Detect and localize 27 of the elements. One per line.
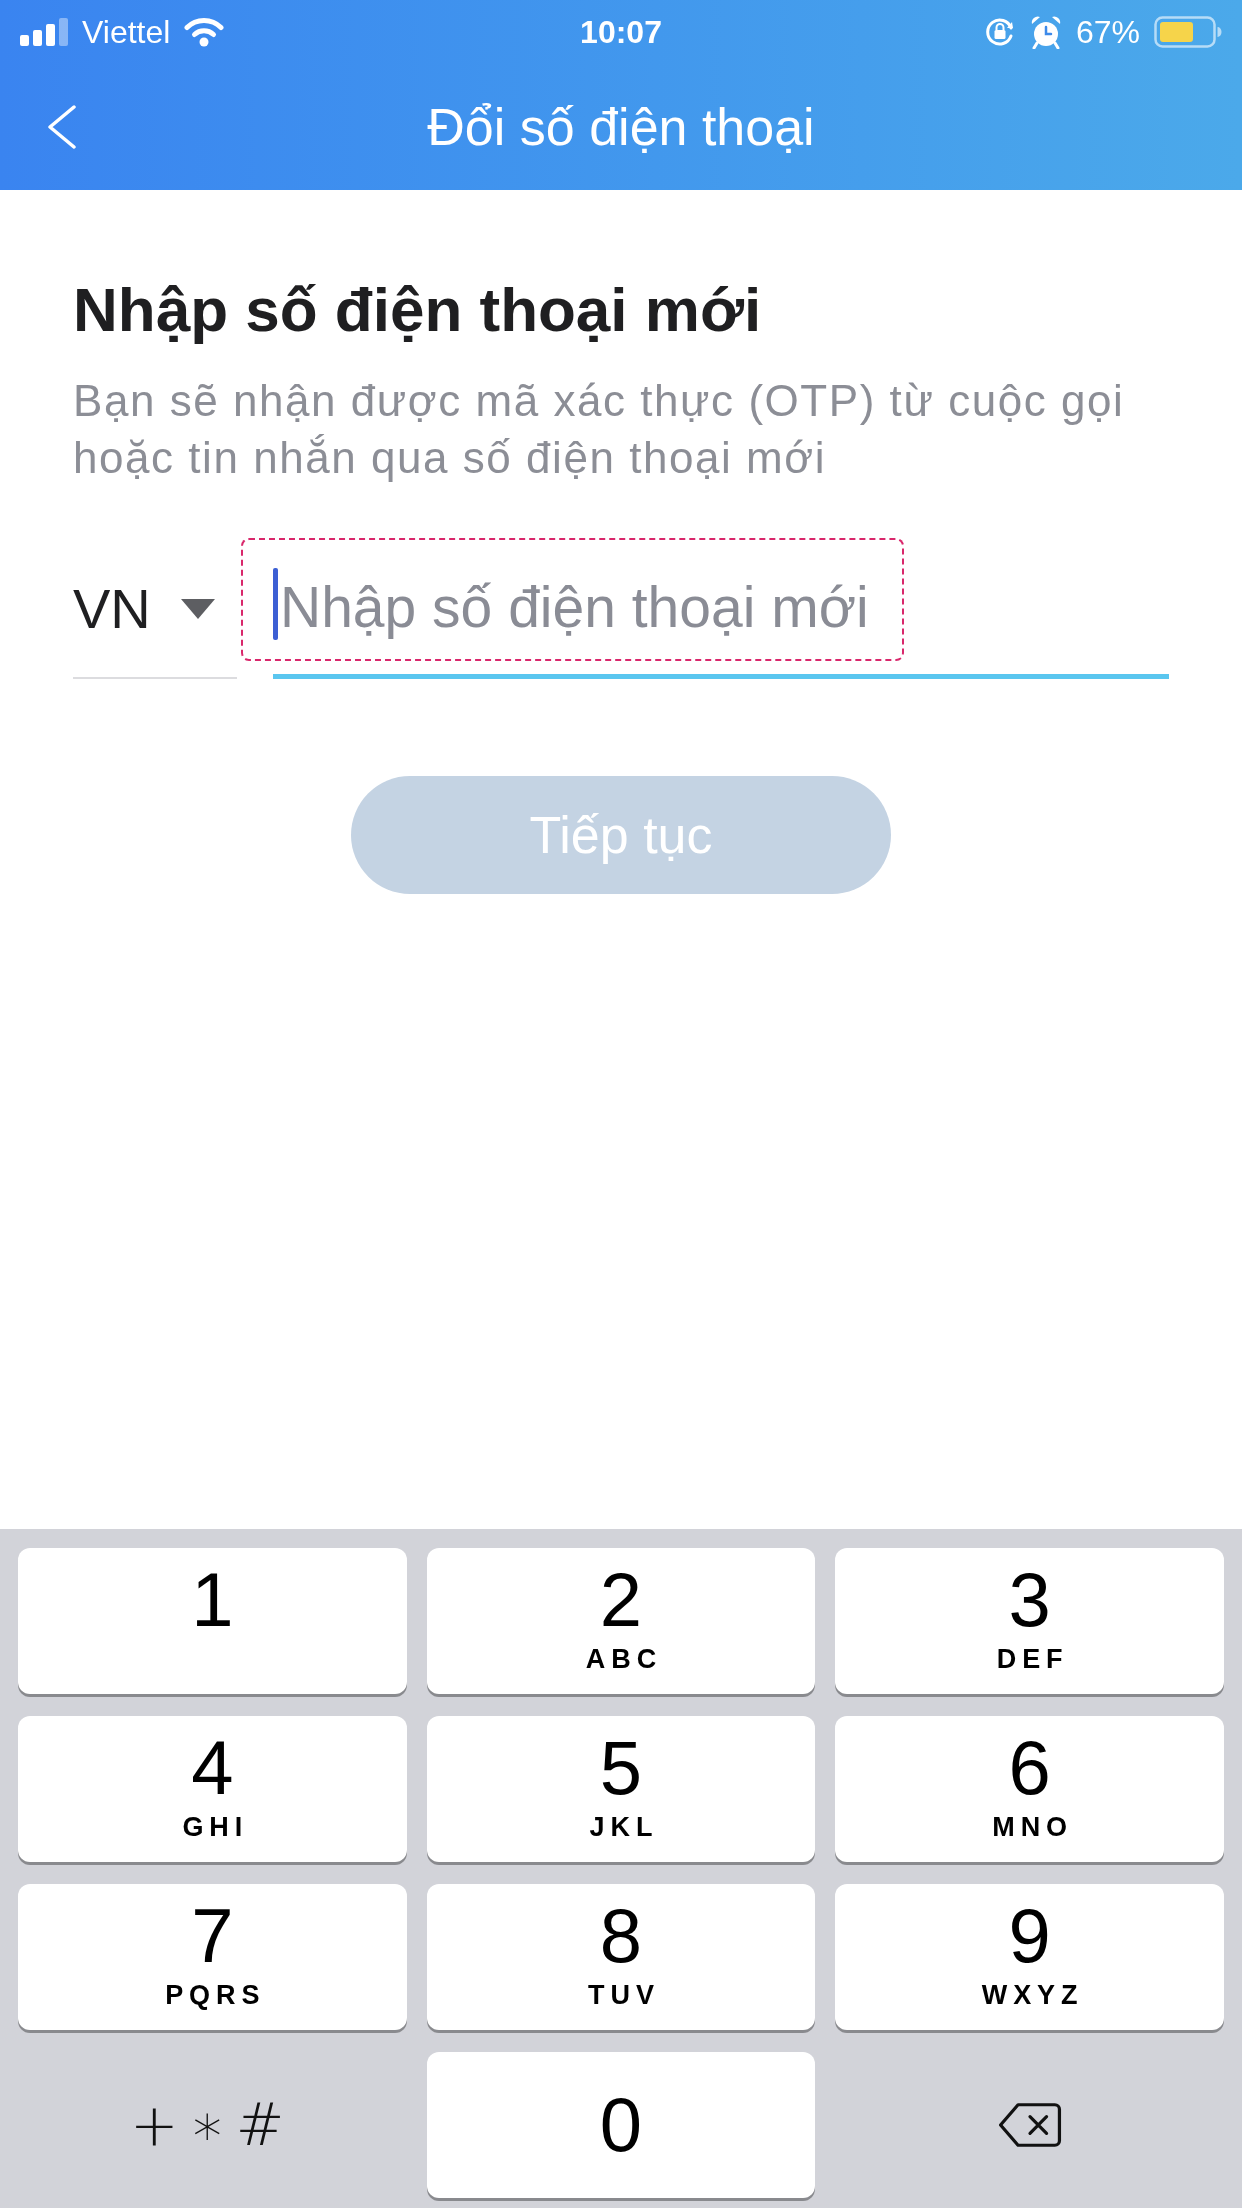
country-code-dropdown[interactable]: VN [73,556,237,679]
keypad-key[interactable]: 7 PQRS [18,1884,407,2030]
keypad-key[interactable]: 4 GHI [18,1716,407,1862]
battery-percent: 67% [1075,16,1140,48]
description-text: Bạn sẽ nhận được mã xác thực (OTP) từ cuộc gọi hoặc tin nhắn qua số điện thoại mới [73,375,1126,484]
wifi-icon [184,17,225,47]
text-cursor [273,568,278,640]
keypad-key[interactable]: 1 [18,1548,407,1694]
backspace-icon [996,2102,1063,2148]
keypad-key[interactable]: 0 [426,2052,816,2198]
caret-down-icon [180,598,215,619]
signal-bars-icon [20,18,68,46]
alarm-clock-icon [1029,15,1062,49]
page-heading: Nhập số điện thoại mới [73,274,762,346]
symbols-key[interactable]: +∗# [18,2052,407,2198]
keypad-key[interactable]: 2 ABC [426,1548,816,1694]
back-chevron-icon[interactable] [46,105,78,149]
keypad-key[interactable]: 3 DEF [835,1548,1224,1694]
keypad-key[interactable]: 9 WXYZ [835,1884,1224,2030]
keypad-key[interactable]: 5 JKL [426,1716,816,1862]
status-time: 10:07 [580,16,662,48]
carrier-name: Viettel [82,16,171,48]
rotation-lock-icon [983,16,1016,48]
keypad-key[interactable]: 6 MNO [835,1716,1224,1862]
header-title: Đổi số điện thoại [427,101,815,153]
keypad-key[interactable]: 8 TUV [426,1884,816,2030]
battery-icon [1154,16,1222,48]
